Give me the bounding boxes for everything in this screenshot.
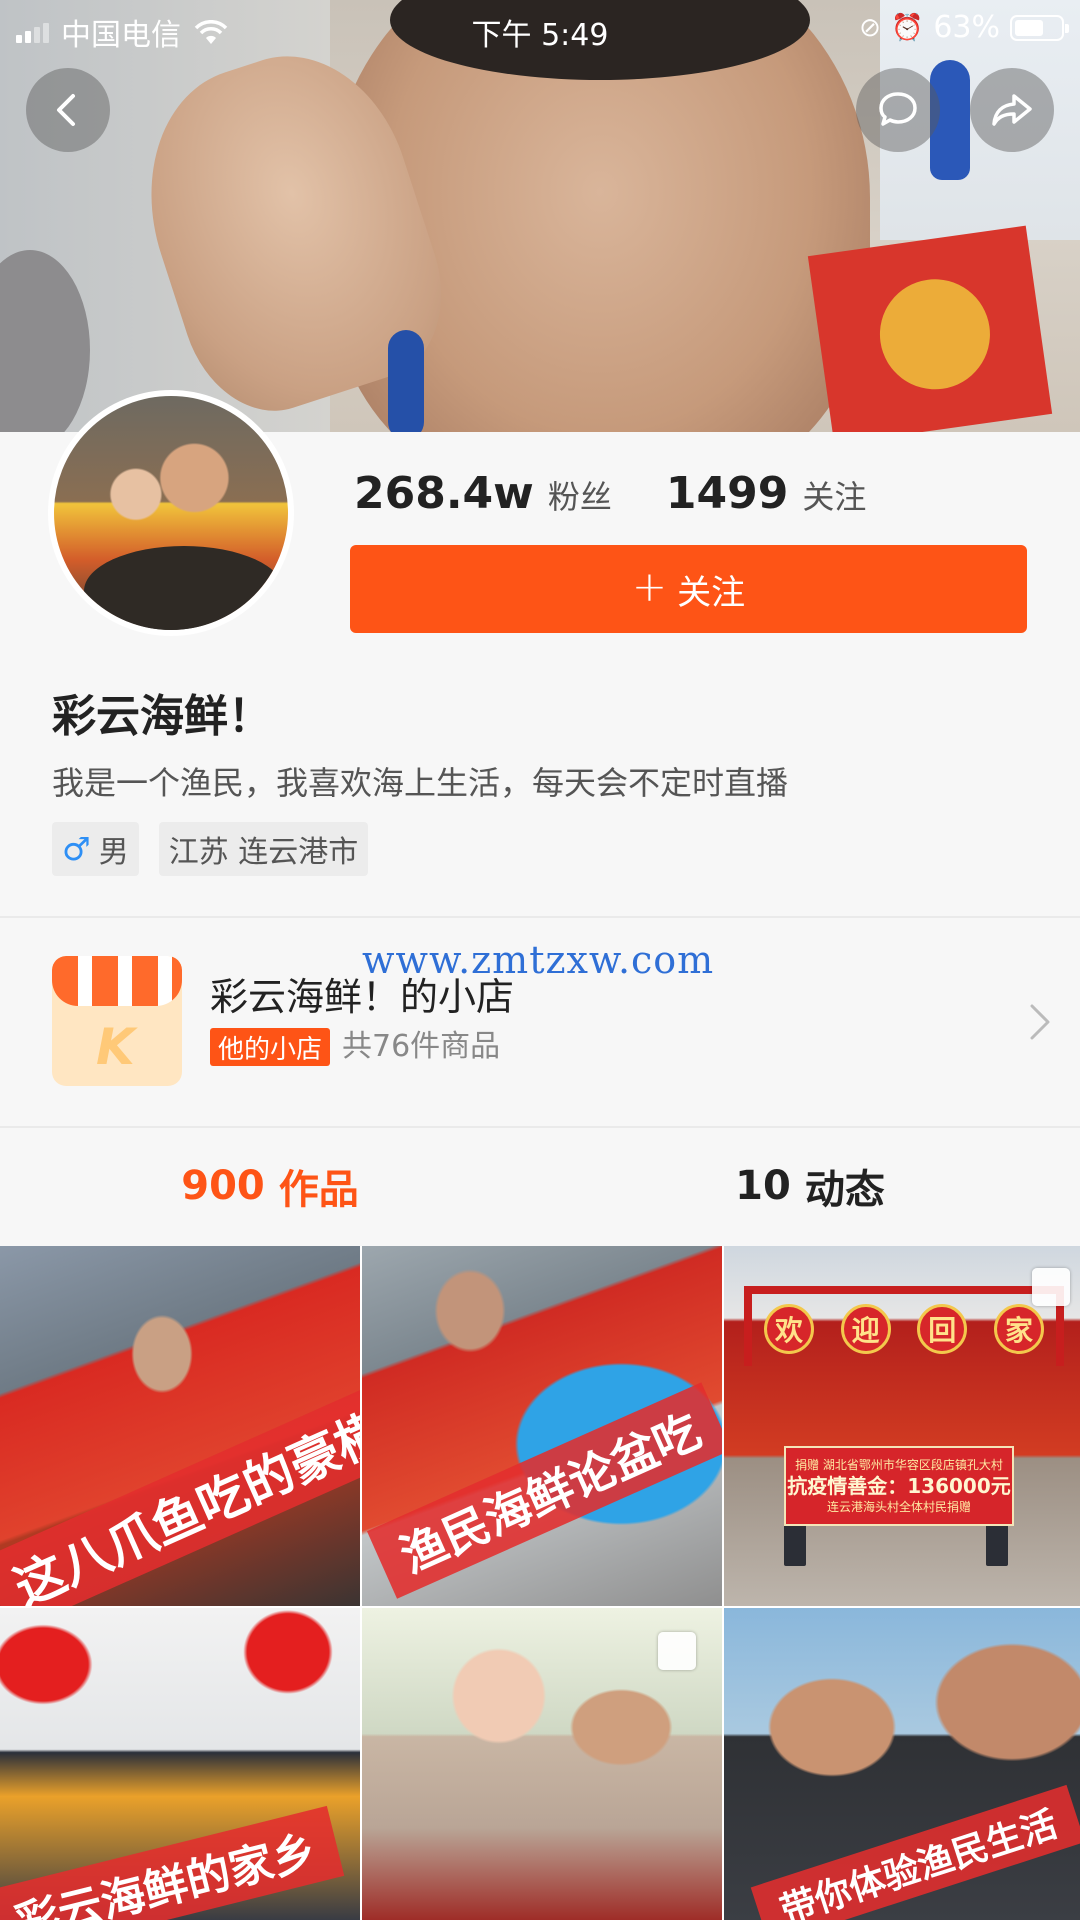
fans-label[interactable]: 粉丝 [548,472,612,518]
arch-char: 家 [993,1304,1044,1354]
tab-works[interactable]: 900 作品 [0,1128,540,1244]
status-bar: 中国电信 下午 5:49 ⊘ ⏰ 63% [0,0,1080,54]
follow-button-label: 关注 [677,572,746,613]
location-tag: 江苏 连云港市 [158,822,369,876]
tab-moments[interactable]: 10 动态 [540,1128,1080,1244]
profile-bio: 我是一个渔民，我喜欢海上生活，每天会不定时直播 [52,764,789,802]
arch-char: 回 [917,1304,968,1354]
video-caption: 这八爪鱼吃的豪横 [0,1378,360,1606]
location-label: 江苏 连云港市 [168,835,359,870]
avatar[interactable] [48,390,294,636]
chevron-right-icon [1030,1004,1050,1040]
profile-tags: ♂ 男 江苏 连云港市 [52,822,369,876]
chat-bubble-icon [879,92,917,126]
arch-char: 迎 [840,1304,891,1354]
profile-stats: 268.4w 粉丝 1499 关注 [354,468,866,519]
back-button[interactable] [26,68,110,152]
following-count[interactable]: 1499 [666,468,788,519]
video-thumbnail[interactable]: 彩云海鲜的家乡 [0,1608,360,1920]
tab-moments-label: 动态 [804,1167,885,1213]
video-thumbnail[interactable] [362,1608,722,1920]
content-tabs: 900 作品 10 动态 [0,1128,1080,1244]
sign-line: 连云港海头村全体村民捐赠 [826,1500,971,1514]
sign-line: 抗疫情善金：136000元 [787,1474,1011,1498]
video-caption: 渔民海鲜论盆吃 [366,1382,722,1599]
tab-works-label: 作品 [278,1167,359,1213]
video-thumbnail[interactable]: 带你体验渔民生活 [724,1608,1080,1920]
gender-label: 男 [98,835,129,870]
orientation-lock-icon: ⊘ [859,12,881,43]
video-thumbnail[interactable]: 渔民海鲜论盆吃 [362,1246,722,1606]
message-button[interactable] [856,68,940,152]
donation-sign: 捐赠 湖北省鄂州市华容区段店镇孔大村 抗疫情善金：136000元 连云港海头村全… [784,1446,1014,1526]
battery-icon [1010,14,1069,41]
tab-moments-count: 10 [735,1163,791,1209]
back-icon [57,94,75,126]
male-icon: ♂ [62,830,91,868]
profile-cover-image [0,0,1080,432]
shop-badge: 他的小店 [210,1028,331,1066]
shop-icon: K [52,956,182,1086]
profile-nickname: 彩云海鲜！ [52,691,272,742]
share-button[interactable] [970,68,1054,152]
select-checkbox[interactable] [1032,1268,1070,1306]
watermark: www.zmtzxw.com [362,938,715,982]
gender-tag: ♂ 男 [52,822,139,876]
arch-char: 欢 [764,1304,814,1354]
share-icon [992,94,1032,126]
sign-line: 捐赠 湖北省鄂州市华容区段店镇孔大村 [795,1458,1003,1472]
shop-icon-letter: K [96,1018,135,1076]
video-grid: 这八爪鱼吃的豪横 渔民海鲜论盆吃 欢 迎 回 家 捐赠 湖北省鄂州市华容区段店镇… [0,1246,1080,1920]
arch-text: 欢 迎 回 家 [764,1304,1044,1354]
select-checkbox[interactable] [658,1632,696,1670]
following-label[interactable]: 关注 [802,472,866,518]
video-caption: 彩云海鲜的家乡 [0,1805,345,1920]
video-thumbnail[interactable]: 这八爪鱼吃的豪横 [0,1246,360,1606]
plus-icon: + [631,562,668,611]
follow-button[interactable]: + 关注 [350,545,1027,633]
fans-count[interactable]: 268.4w [354,468,534,519]
video-thumbnail[interactable]: 欢 迎 回 家 捐赠 湖北省鄂州市华容区段店镇孔大村 抗疫情善金：136000元… [724,1246,1080,1606]
shop-item-count: 共76件商品 [342,1029,501,1064]
battery-percent: 63% [933,10,1000,45]
tab-works-count: 900 [181,1163,265,1209]
video-caption: 带你体验渔民生活 [750,1784,1080,1920]
alarm-icon: ⏰ [890,12,924,43]
